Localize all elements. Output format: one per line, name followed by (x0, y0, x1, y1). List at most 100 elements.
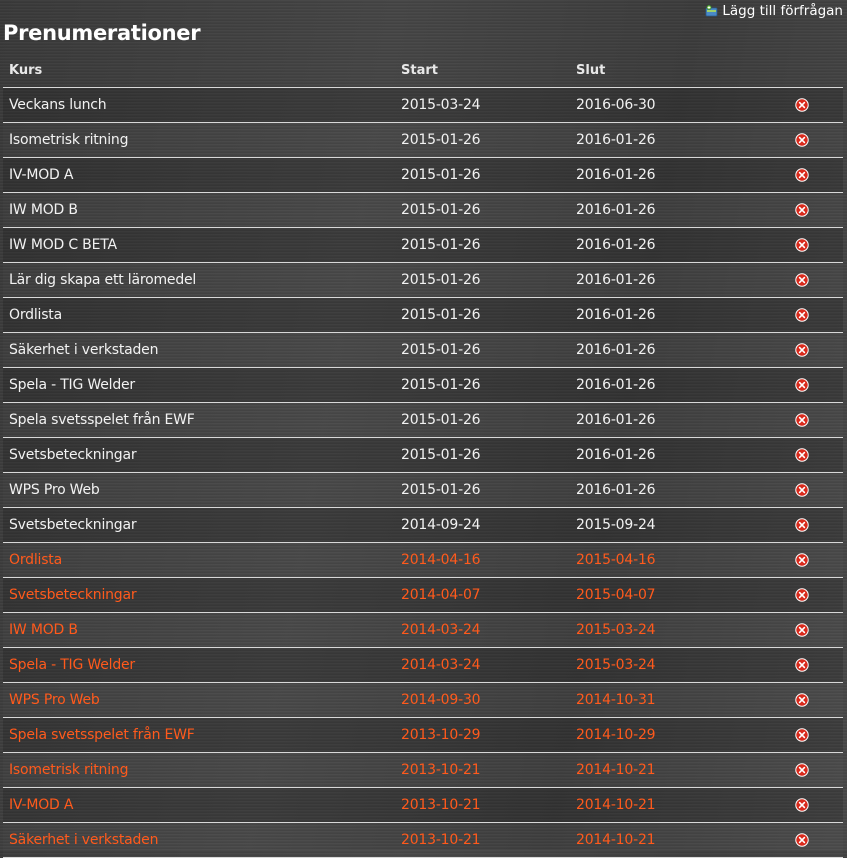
end-date-cell: 2014-10-21 (570, 752, 775, 788)
page-title: Prenumerationer (3, 21, 201, 45)
start-date-cell: 2013-10-29 (395, 717, 570, 753)
delete-icon[interactable] (795, 97, 809, 112)
delete-cell (775, 402, 843, 438)
start-date-cell: 2015-01-26 (395, 192, 570, 228)
delete-icon[interactable] (795, 237, 809, 252)
table-row: Spela - TIG Welder 2015-01-26 2016-01-26 (3, 367, 843, 403)
delete-cell (775, 472, 843, 508)
start-date-cell: 2015-01-26 (395, 367, 570, 403)
delete-icon[interactable] (795, 132, 809, 147)
table-row: Isometrisk ritning 2013-10-21 2014-10-21 (3, 752, 843, 788)
start-date-cell: 2013-10-21 (395, 752, 570, 788)
delete-icon[interactable] (795, 517, 809, 532)
end-date-cell: 2016-01-26 (570, 192, 775, 228)
course-name-cell: Ordlista (3, 542, 395, 578)
table-row: Veckans lunch 2015-03-24 2016-06-30 (3, 87, 843, 123)
start-date-cell: 2015-01-26 (395, 332, 570, 368)
delete-icon[interactable] (795, 797, 809, 812)
course-name-cell: Isometrisk ritning (3, 752, 395, 788)
delete-cell (775, 612, 843, 648)
end-date-cell: 2014-10-21 (570, 787, 775, 823)
table-row: Svetsbeteckningar 2014-04-07 2015-04-07 (3, 577, 843, 613)
delete-icon[interactable] (795, 272, 809, 287)
course-name-cell: Ordlista (3, 297, 395, 333)
table-row: Lär dig skapa ett läromedel 2015-01-26 201… (3, 262, 843, 298)
start-date-cell: 2014-04-07 (395, 577, 570, 613)
course-name-cell: Svetsbeteckningar (3, 437, 395, 473)
course-name-cell: Spela - TIG Welder (3, 367, 395, 403)
delete-cell (775, 507, 843, 543)
add-request-link[interactable]: Lägg till förfrågan (705, 3, 843, 19)
start-date-cell: 2015-01-26 (395, 262, 570, 298)
end-date-cell: 2015-09-24 (570, 507, 775, 543)
end-date-cell: 2015-03-24 (570, 647, 775, 683)
table-row: Svetsbeteckningar 2015-01-26 2016-01-26 (3, 437, 843, 473)
column-header-actions (775, 53, 843, 88)
table-row: WPS Pro Web 2014-09-30 2014-10-31 (3, 682, 843, 718)
table-row: Spela svetsspelet från EWF 2015-01-26 2016… (3, 402, 843, 438)
delete-cell (775, 752, 843, 788)
table-row: Ordlista 2014-04-16 2015-04-16 (3, 542, 843, 578)
end-date-cell: 2016-01-26 (570, 157, 775, 193)
start-date-cell: 2015-01-26 (395, 402, 570, 438)
end-date-cell: 2016-01-26 (570, 472, 775, 508)
end-date-cell: 2014-10-31 (570, 682, 775, 718)
delete-icon[interactable] (795, 657, 809, 672)
start-date-cell: 2015-01-26 (395, 437, 570, 473)
table-row: Säkerhet i verkstaden 2015-01-26 2016-01-2… (3, 332, 843, 368)
start-date-cell: 2014-04-16 (395, 542, 570, 578)
start-date-cell: 2015-01-26 (395, 227, 570, 263)
start-date-cell: 2015-01-26 (395, 297, 570, 333)
add-request-icon (705, 5, 718, 17)
delete-icon[interactable] (795, 307, 809, 322)
delete-icon[interactable] (795, 447, 809, 462)
delete-cell (775, 192, 843, 228)
course-name-cell: IW MOD B (3, 192, 395, 228)
end-date-cell: 2016-01-26 (570, 122, 775, 158)
delete-cell (775, 787, 843, 823)
course-name-cell: WPS Pro Web (3, 472, 395, 508)
table-row: Säkerhet i verkstaden 2013-10-21 2014-10-2… (3, 822, 843, 858)
delete-icon[interactable] (795, 342, 809, 357)
course-name-cell: Spela svetsspelet från EWF (3, 402, 395, 438)
table-row: Spela - TIG Welder 2014-03-24 2015-03-24 (3, 647, 843, 683)
delete-cell (775, 332, 843, 368)
column-header-kurs: Kurs (3, 53, 395, 88)
course-name-cell: IW MOD B (3, 612, 395, 648)
course-name-cell: IV-MOD A (3, 787, 395, 823)
delete-cell (775, 717, 843, 753)
delete-icon[interactable] (795, 552, 809, 567)
delete-icon[interactable] (795, 412, 809, 427)
end-date-cell: 2016-01-26 (570, 227, 775, 263)
course-name-cell: Säkerhet i verkstaden (3, 332, 395, 368)
delete-cell (775, 227, 843, 263)
delete-icon[interactable] (795, 202, 809, 217)
delete-icon[interactable] (795, 832, 809, 847)
table-row: WPS Pro Web 2015-01-26 2016-01-26 (3, 472, 843, 508)
delete-icon[interactable] (795, 727, 809, 742)
delete-icon[interactable] (795, 762, 809, 777)
course-name-cell: IV-MOD A (3, 157, 395, 193)
end-date-cell: 2015-04-07 (570, 577, 775, 613)
delete-cell (775, 822, 843, 858)
delete-cell (775, 262, 843, 298)
delete-icon[interactable] (795, 482, 809, 497)
delete-icon[interactable] (795, 587, 809, 602)
table-row: IV-MOD A 2015-01-26 2016-01-26 (3, 157, 843, 193)
start-date-cell: 2015-01-26 (395, 472, 570, 508)
end-date-cell: 2016-06-30 (570, 87, 775, 123)
course-name-cell: Säkerhet i verkstaden (3, 822, 395, 858)
delete-cell (775, 367, 843, 403)
end-date-cell: 2016-01-26 (570, 402, 775, 438)
start-date-cell: 2014-03-24 (395, 612, 570, 648)
table-row: IW MOD B 2014-03-24 2015-03-24 (3, 612, 843, 648)
end-date-cell: 2016-01-26 (570, 367, 775, 403)
delete-icon[interactable] (795, 377, 809, 392)
delete-icon[interactable] (795, 167, 809, 182)
delete-cell (775, 297, 843, 333)
table-header-row: Kurs Start Slut (3, 53, 843, 88)
delete-cell (775, 157, 843, 193)
delete-icon[interactable] (795, 622, 809, 637)
delete-icon[interactable] (795, 692, 809, 707)
start-date-cell: 2014-09-24 (395, 507, 570, 543)
